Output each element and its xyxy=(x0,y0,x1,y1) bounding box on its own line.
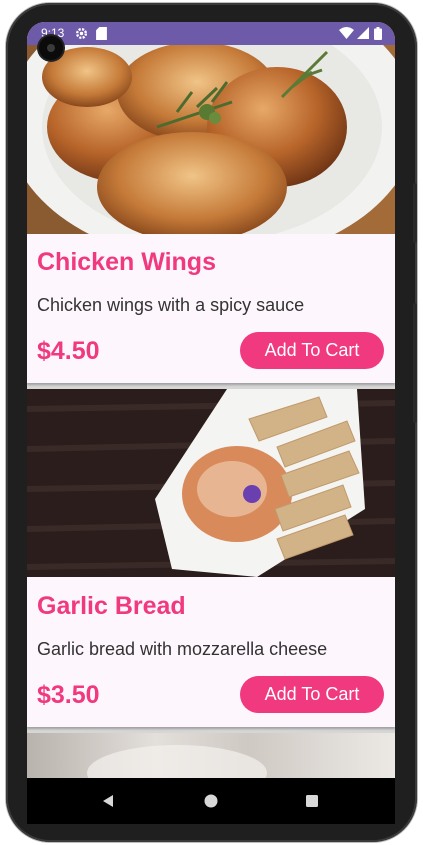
cell-signal-icon xyxy=(357,27,369,39)
sd-card-icon xyxy=(96,27,107,40)
volume-button xyxy=(413,303,417,423)
menu-item-card: Chicken Wings Chicken wings with a spicy… xyxy=(27,22,395,383)
navigation-bar xyxy=(27,778,395,824)
item-price: $3.50 xyxy=(37,681,100,709)
screen: 9:13 Chicken Wings Chicken wings with a … xyxy=(27,22,395,778)
chicken-wings-image xyxy=(27,22,395,234)
back-icon[interactable] xyxy=(101,794,115,808)
recents-icon[interactable] xyxy=(305,794,319,808)
wifi-icon xyxy=(339,27,354,39)
power-button xyxy=(413,183,417,243)
item-description: Chicken wings with a spicy sauce xyxy=(37,295,305,315)
battery-icon xyxy=(374,27,382,40)
item-name: Garlic Bread xyxy=(37,592,186,620)
menu-item-card: Garlic Bread Garlic bread with mozzarell… xyxy=(27,389,395,727)
front-camera xyxy=(39,36,63,60)
add-to-cart-button[interactable]: Add To Cart xyxy=(240,332,384,369)
item-price: $4.50 xyxy=(37,337,100,365)
menu-item-card xyxy=(27,733,395,778)
item-name: Chicken Wings xyxy=(37,248,216,276)
garlic-bread-image xyxy=(27,389,395,577)
status-bar: 9:13 xyxy=(27,22,395,45)
item-description: Garlic bread with mozzarella cheese xyxy=(37,639,328,659)
settings-icon xyxy=(75,27,88,40)
home-icon[interactable] xyxy=(204,794,218,808)
add-to-cart-button[interactable]: Add To Cart xyxy=(240,676,384,713)
menu-item-image xyxy=(27,733,395,778)
